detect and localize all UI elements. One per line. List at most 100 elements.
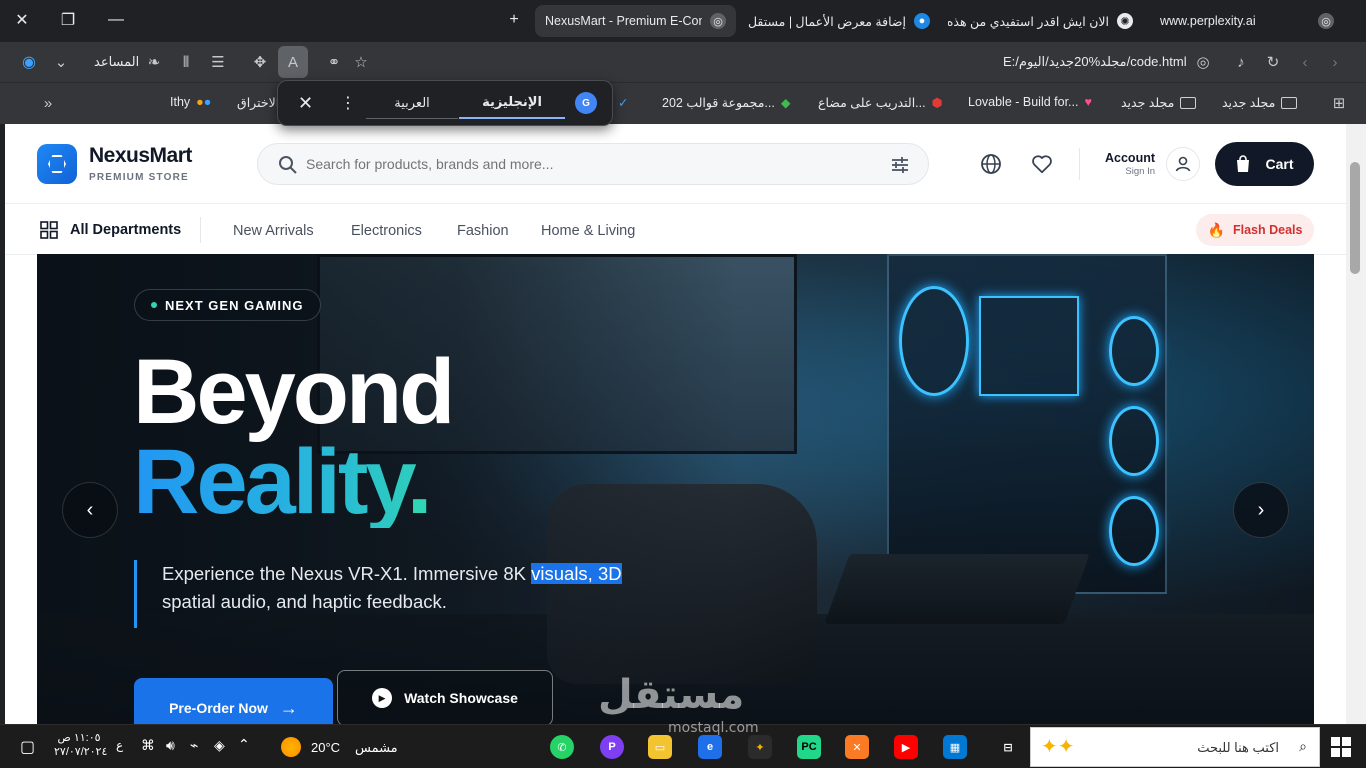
all-departments-menu[interactable]: All Departments	[40, 221, 181, 239]
language-globe-icon[interactable]	[980, 153, 1002, 175]
flash-deals-button[interactable]: 🔥 Flash Deals	[1196, 214, 1314, 246]
show-hidden-icon[interactable]: ⌃	[238, 736, 250, 753]
brand-name[interactable]: NexusMart	[89, 144, 192, 168]
fusion-icon[interactable]: ✦	[748, 735, 772, 759]
carousel-prev-button[interactable]: ‹	[62, 482, 118, 538]
weather-temp[interactable]: 20°C	[311, 740, 340, 755]
read-aloud-icon[interactable]: ⦀	[174, 50, 198, 74]
nav-electronics[interactable]: Electronics	[351, 223, 422, 239]
pycharm-icon[interactable]: PC	[797, 735, 821, 759]
bookmark-training[interactable]: التدريب على مضاع... ⬢	[818, 95, 943, 110]
search-bar[interactable]	[257, 143, 929, 185]
wishlist-heart-icon[interactable]	[1031, 153, 1053, 175]
bookmark-templates[interactable]: مجموعة قوالب 202... ◆	[662, 95, 790, 110]
address-bar[interactable]: E:/مجلد%20جديد/اليوم/code.html	[1003, 54, 1188, 70]
scrollbar-thumb[interactable]	[1350, 162, 1360, 274]
account-label[interactable]: Account	[1095, 151, 1155, 165]
play-icon: ▶	[372, 688, 393, 708]
assistant-icon[interactable]: ❧	[142, 50, 166, 74]
restore-window-icon[interactable]: ❐	[54, 8, 82, 32]
windows-start-icon[interactable]	[1331, 737, 1351, 757]
chevron-down-icon[interactable]: ⌄	[49, 50, 73, 74]
file-explorer-icon[interactable]: ▭	[648, 735, 672, 759]
ai-favicon-icon: ✺	[1117, 13, 1133, 29]
sun-icon	[281, 737, 301, 757]
lang-arabic-tab[interactable]: العربية	[366, 87, 458, 119]
tab-mostaql[interactable]: ● إضافة معرض الأعمال | مستقل	[745, 5, 940, 37]
extensions-icon[interactable]: ✥	[248, 50, 272, 74]
bookmark-folder-1[interactable]: مجلد جديد	[1222, 95, 1298, 110]
apps-grid-icon[interactable]: ⊞	[1327, 91, 1351, 115]
youtube-icon[interactable]: ▶	[894, 735, 918, 759]
clock[interactable]: ١١:٠٥ ص ٢٧/٠٧/٢٠٢٤	[54, 731, 107, 759]
star-icon[interactable]: ☆	[349, 50, 373, 74]
search-icon	[279, 156, 297, 174]
nav-divider	[200, 217, 201, 243]
reader-icon[interactable]: ☰	[206, 50, 230, 74]
copilot-icon[interactable]: ◉	[17, 50, 41, 74]
page-scrollbar[interactable]	[1346, 124, 1366, 724]
mostaql-favicon-icon: ●	[914, 13, 930, 29]
tab-title: NexusMart - Premium E-Comm	[545, 14, 702, 28]
heart-icon: ♥	[1084, 95, 1092, 109]
bookmark-lovable[interactable]: Lovable - Build for... ♥	[968, 95, 1092, 109]
folder-icon	[1281, 96, 1298, 109]
tab-chat[interactable]: ✺ الان ايش اقدر استفيدي من هذه	[948, 5, 1143, 37]
user-icon[interactable]	[1166, 147, 1200, 181]
nav-new-arrivals[interactable]: New Arrivals	[233, 223, 314, 239]
lang-english-tab[interactable]: الإنجليزية	[459, 87, 565, 119]
search-input[interactable]	[306, 152, 866, 176]
input-language[interactable]: ع	[116, 738, 123, 752]
hero-desc-highlight: visuals, 3D	[531, 563, 622, 584]
network-icon[interactable]: ⌘	[141, 737, 155, 754]
search-icon: ⌕	[1299, 738, 1307, 754]
notifications-icon[interactable]: ▢	[20, 737, 35, 757]
tab-title: الان ايش اقدر استفيدي من هذه	[948, 14, 1109, 29]
logo-icon[interactable]	[37, 144, 77, 184]
more-bookmarks-icon[interactable]: »	[36, 91, 60, 115]
taskbar-search[interactable]: ⌕ اكتب هنا للبحث ✦✦	[1030, 727, 1320, 767]
watch-showcase-button[interactable]: ▶ Watch Showcase	[337, 670, 553, 724]
store-icon[interactable]: ▦	[943, 735, 967, 759]
close-icon[interactable]: ✕	[298, 93, 313, 114]
bookmark-folder-2[interactable]: مجلد جديد	[1121, 95, 1197, 110]
weather-label[interactable]: مشمس	[355, 740, 398, 756]
link-icon[interactable]: ⚭	[322, 50, 346, 74]
filter-icon[interactable]	[890, 155, 910, 175]
account-signin[interactable]: Sign In	[1095, 166, 1155, 177]
nav-fashion[interactable]: Fashion	[457, 223, 509, 239]
minimize-window-icon[interactable]: —	[102, 8, 130, 32]
taskbar-search-placeholder: اكتب هنا للبحث	[1197, 740, 1279, 755]
refresh-icon[interactable]: ↻	[1261, 50, 1285, 74]
meet-now-icon[interactable]: ◈	[214, 737, 225, 754]
battery-icon[interactable]: ⌁	[190, 737, 198, 754]
arrow-right-icon: →	[279, 697, 298, 718]
close-window-icon[interactable]: ✕	[8, 8, 36, 32]
whatsapp-icon[interactable]: ✆	[550, 735, 574, 759]
edge-icon[interactable]: e	[698, 735, 722, 759]
carousel-next-button[interactable]: ›	[1233, 482, 1289, 538]
forward-icon[interactable]: ›	[1323, 50, 1347, 74]
microphone-icon[interactable]: ♪	[1229, 50, 1253, 74]
new-tab-icon[interactable]: +	[500, 8, 528, 32]
volume-icon[interactable]: 🔊︎	[166, 737, 175, 754]
cart-button[interactable]: Cart	[1215, 142, 1314, 186]
assistant-label[interactable]: المساعد	[94, 54, 139, 70]
xampp-icon[interactable]: ✕	[845, 735, 869, 759]
tab-nexusmart[interactable]: NexusMart - Premium E-Comm ◎	[535, 5, 736, 37]
tab-perplexity[interactable]: www.perplexity.ai ◎	[1150, 5, 1350, 37]
departments-label: All Departments	[70, 222, 182, 238]
translate-icon[interactable]: A	[278, 46, 308, 78]
picsart-icon[interactable]: P	[600, 735, 624, 759]
bookmark-bird[interactable]: ✓	[618, 95, 628, 110]
fire-icon: 🔥	[1207, 221, 1225, 238]
bookmark-hacking[interactable]: الاختراق	[237, 95, 279, 110]
bookmark-label: التدريب على مضاع...	[818, 96, 926, 110]
task-view-icon[interactable]: ⊟	[996, 735, 1020, 759]
ithy-icon: ●	[203, 95, 212, 109]
pre-order-button[interactable]: Pre-Order Now →	[134, 678, 333, 724]
nav-home-living[interactable]: Home & Living	[541, 223, 635, 239]
more-options-icon[interactable]: ⋮	[340, 93, 356, 113]
bookmark-ithy[interactable]: Ithy ● ●	[170, 95, 211, 109]
back-icon[interactable]: ‹	[1293, 50, 1317, 74]
